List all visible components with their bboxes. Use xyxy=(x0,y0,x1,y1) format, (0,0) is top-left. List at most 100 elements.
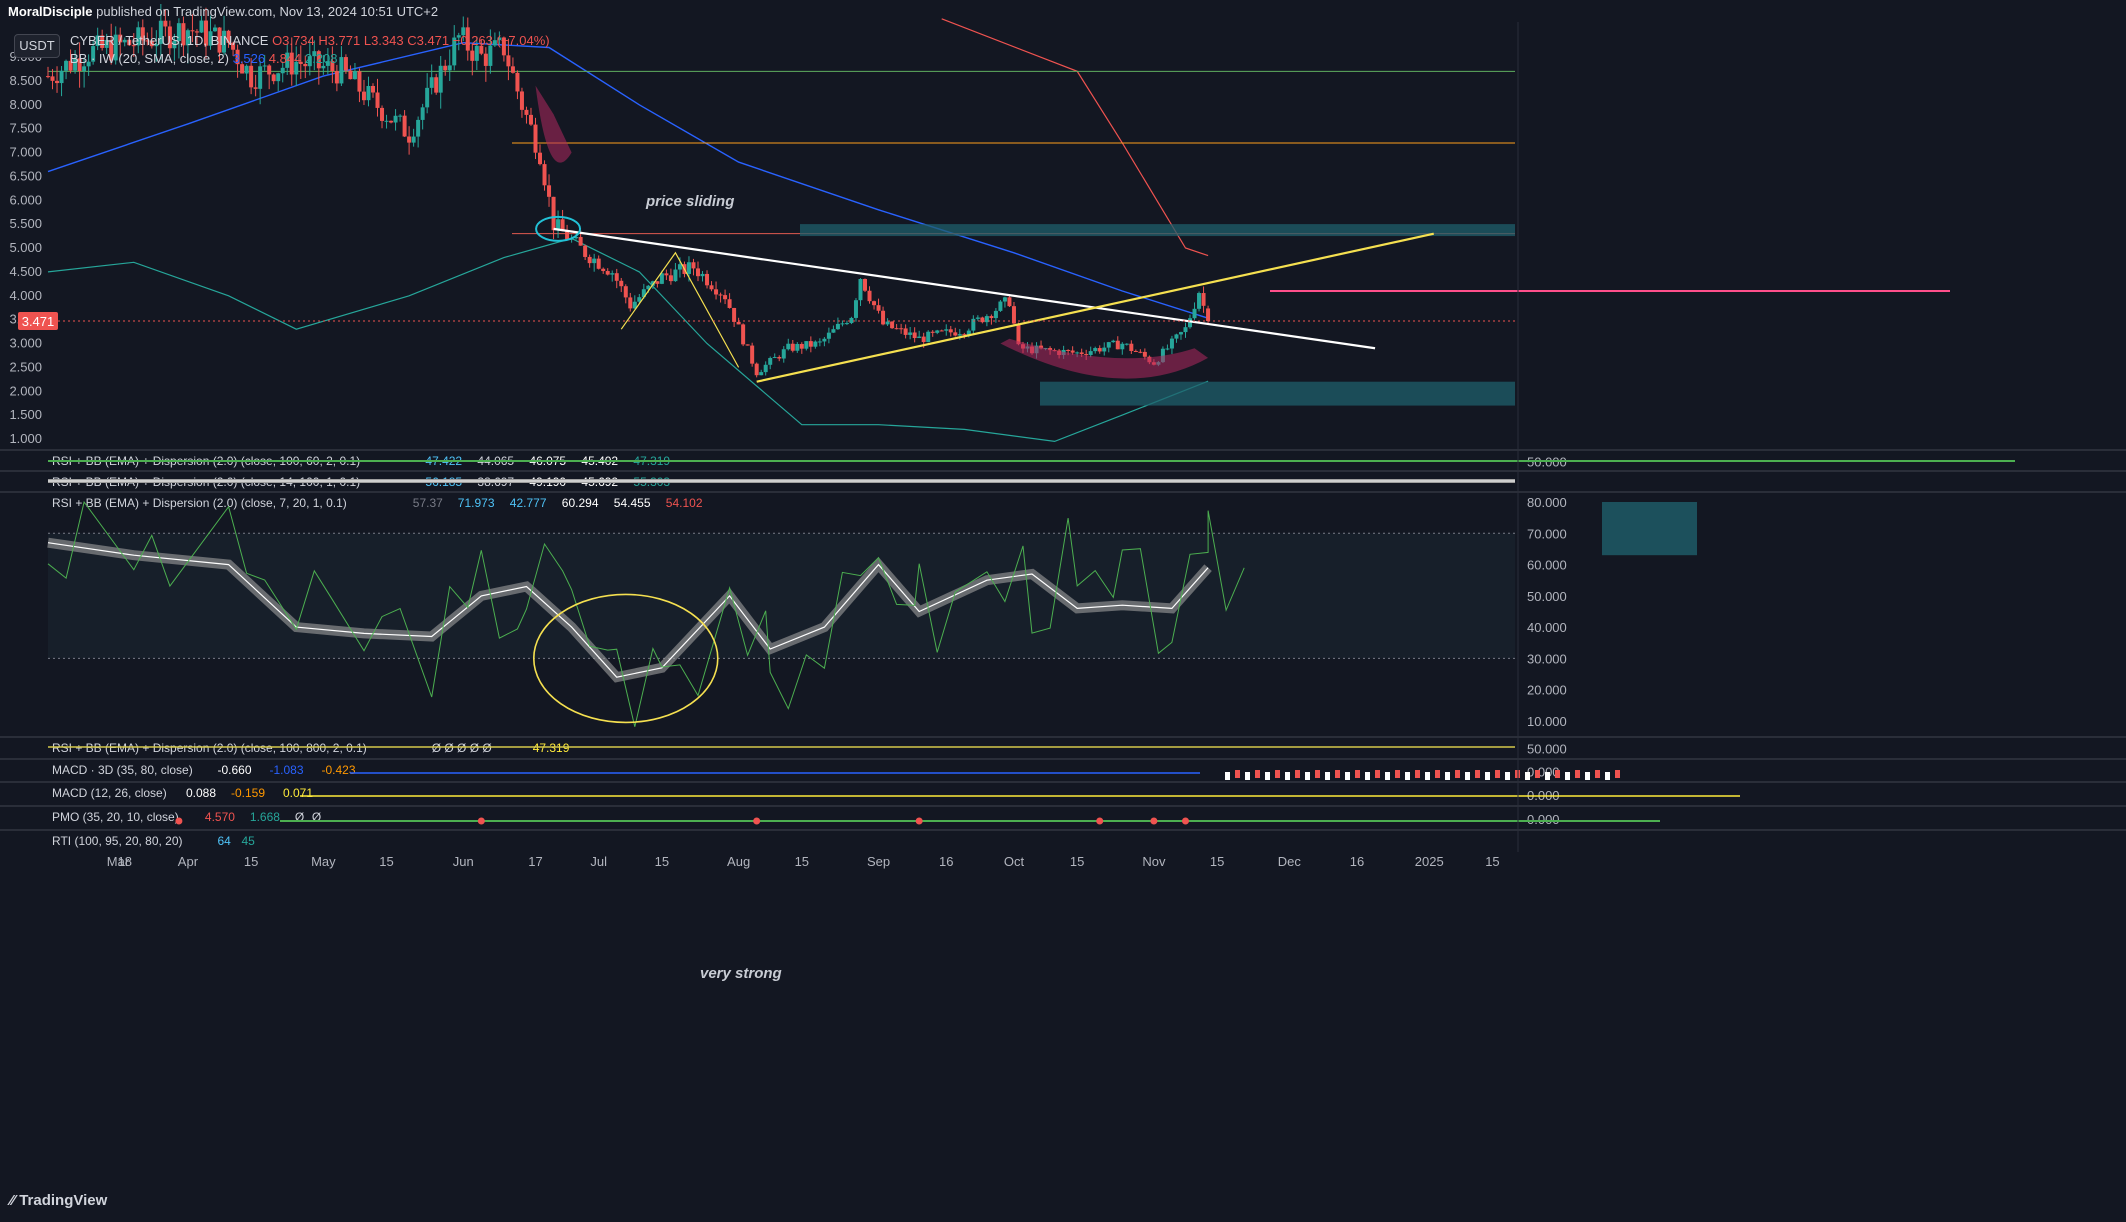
indicator-value: 54.102 xyxy=(666,496,703,510)
rsi7-scale-label: 80.000 xyxy=(1527,495,1567,510)
rsi7-scale-label: 70.000 xyxy=(1527,526,1567,541)
publisher-name[interactable]: MoralDisciple xyxy=(8,4,93,19)
candle-body xyxy=(1174,334,1179,339)
candle-body xyxy=(1192,308,1197,319)
candle-body xyxy=(587,256,592,264)
indicator-value: 0.071 xyxy=(283,786,313,800)
bb-label[interactable]: BB · IW (20, SMA, close, 2) xyxy=(70,51,229,66)
candle-body xyxy=(249,65,254,88)
candle-body xyxy=(664,273,669,276)
indicator-label: RTI (100, 95, 20, 80, 20) xyxy=(52,834,183,848)
candle-body xyxy=(772,357,777,359)
macd3d-histogram-bar xyxy=(1255,770,1260,778)
candle-body xyxy=(1165,348,1170,350)
time-tick-label: May xyxy=(311,854,336,869)
candle-body xyxy=(777,357,782,359)
candle-body xyxy=(1066,349,1071,351)
currency-button[interactable]: USDT xyxy=(14,34,60,58)
candle-body xyxy=(583,245,588,257)
price-tick-label: 1.500 xyxy=(9,407,42,422)
candle-body xyxy=(357,71,362,92)
candle-body xyxy=(899,328,904,330)
indicator-label: RSI + BB (EMA) + Dispersion (2.0) (close… xyxy=(52,496,347,510)
time-tick-label: 15 xyxy=(379,854,393,869)
candle-body xyxy=(434,77,439,93)
candle-body xyxy=(668,275,673,282)
candle-body xyxy=(538,152,543,165)
candle-body xyxy=(384,120,389,122)
time-tick-label: 15 xyxy=(244,854,258,869)
macd3d-histogram-bar xyxy=(1365,772,1370,780)
price-tick-label: 6.000 xyxy=(9,192,42,207)
candle-body xyxy=(953,332,958,336)
candle-body xyxy=(601,268,606,272)
candle-body xyxy=(55,80,60,84)
publish-header: MoralDisciple published on TradingView.c… xyxy=(8,4,438,19)
macd3d-histogram-bar xyxy=(1475,770,1480,778)
indicator-value: 64 xyxy=(218,834,232,848)
candle-body xyxy=(1138,351,1143,353)
candle-body xyxy=(334,71,339,84)
time-tick-label: Apr xyxy=(178,854,199,869)
candle-body xyxy=(470,50,475,61)
candle-body xyxy=(253,87,258,89)
candle-body xyxy=(199,20,204,33)
candle-body xyxy=(280,67,285,74)
candle-body xyxy=(528,114,533,125)
macd3d-histogram-bar xyxy=(1535,770,1540,778)
candle-body xyxy=(1115,340,1120,350)
price-tick-label: 3.000 xyxy=(9,336,42,351)
candle-body xyxy=(700,273,705,277)
price-tick-label: 7.500 xyxy=(9,121,42,136)
candle-body xyxy=(389,120,394,123)
macd3d-histogram-bar xyxy=(1545,772,1550,780)
macd3d-histogram-bar xyxy=(1305,772,1310,780)
candle-body xyxy=(822,338,827,342)
macd3d-histogram-bar xyxy=(1425,772,1430,780)
macd3d-histogram-bar xyxy=(1435,770,1440,778)
candle-body xyxy=(759,372,764,376)
candle-body xyxy=(190,30,195,32)
candle-body xyxy=(831,329,836,333)
price-tick-label: 5.000 xyxy=(9,240,42,255)
macd3d-histogram-bar xyxy=(1375,770,1380,778)
time-tick-label: 2025 xyxy=(1415,854,1444,869)
candle-body xyxy=(736,321,741,325)
candle-body xyxy=(1169,338,1174,349)
candle-body xyxy=(655,281,660,284)
candle-body xyxy=(429,77,434,88)
macd3d-histogram-bar xyxy=(1355,770,1360,778)
rsi7-highlight-zone xyxy=(1602,502,1697,556)
candle-body xyxy=(402,115,407,137)
symbol-name[interactable]: CYBER / TetherUS, 1D, BINANCE xyxy=(70,33,268,48)
indicator-label: MACD (12, 26, close) xyxy=(52,786,167,800)
price-sliding-highlight xyxy=(535,85,572,163)
candle-body xyxy=(398,115,403,117)
pmo-signal-dot xyxy=(175,817,183,825)
candle-body xyxy=(547,185,552,197)
chart-canvas[interactable]: RSI + BB (EMA) + Dispersion (2.0) (close… xyxy=(0,0,2126,1217)
candle-body xyxy=(714,289,719,295)
candle-body xyxy=(474,45,479,61)
candle-body xyxy=(993,310,998,319)
bb-legend: BB · IW (20, SMA, close, 2) 3.526 4.844 … xyxy=(70,51,337,66)
indicator-value: 45 xyxy=(242,834,256,848)
time-tick-label: Aug xyxy=(727,854,750,869)
candle-body xyxy=(944,329,949,331)
candle-body xyxy=(709,285,714,290)
candle-body xyxy=(741,324,746,345)
candle-body xyxy=(885,321,890,325)
candle-body xyxy=(380,107,385,121)
macd3d-histogram-bar xyxy=(1605,772,1610,780)
candle-body xyxy=(695,268,700,277)
candle-body xyxy=(727,299,732,308)
candle-body xyxy=(510,66,515,73)
price-tick-label: 8.000 xyxy=(9,97,42,112)
symbol-legend: CYBER / TetherUS, 1D, BINANCE O3.734 H3.… xyxy=(70,33,550,48)
candle-body xyxy=(596,258,601,269)
tradingview-logo[interactable]: ⁄⁄ TradingView xyxy=(10,1192,107,1209)
candle-body xyxy=(533,124,538,153)
macd3d-histogram-bar xyxy=(1395,770,1400,778)
time-tick-label: Jun xyxy=(453,854,474,869)
macd3d-histogram-bar xyxy=(1245,772,1250,780)
